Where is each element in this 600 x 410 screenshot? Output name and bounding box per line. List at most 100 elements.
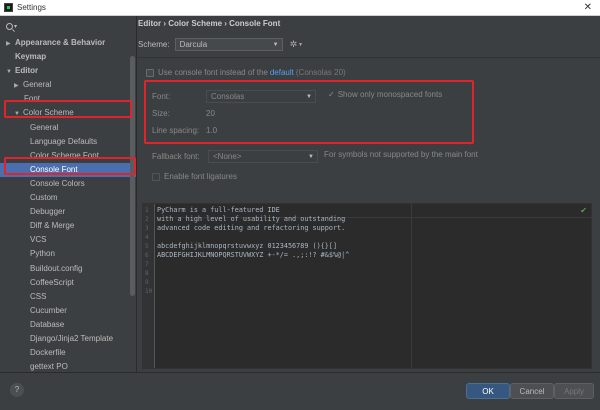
- mono-label: Show only monospaced fonts: [337, 90, 443, 99]
- line-number: 8: [145, 270, 149, 277]
- monospaced-checkbox[interactable]: ✓ Show only monospaced fonts: [328, 90, 442, 99]
- settings-content: Editor › Color Scheme › Console Font Sch…: [138, 16, 600, 372]
- help-button[interactable]: ?: [10, 383, 24, 397]
- line-spacing-row: Line spacing: 1.0: [152, 126, 217, 135]
- scheme-select[interactable]: Darcula ▼: [174, 38, 283, 51]
- settings-tree: ▶ Appearance & Behavior Keymap ▼ Editor ▶ Gene…: [0, 36, 136, 372]
- use-console-label: Use console font instead of the: [158, 68, 268, 77]
- font-label: Font:: [152, 92, 171, 101]
- line-number: 3: [145, 225, 149, 232]
- sidebar-item[interactable]: Custom: [0, 191, 136, 205]
- sidebar-item[interactable]: Python: [0, 247, 136, 261]
- sidebar-item[interactable]: Debugger: [0, 205, 136, 219]
- sidebar-item[interactable]: ▼ Editor: [0, 64, 136, 78]
- sidebar-scrollbar[interactable]: [130, 56, 135, 296]
- chevron-down-icon: ▾: [14, 23, 18, 30]
- sidebar-item[interactable]: Keymap: [0, 50, 136, 64]
- sidebar-item-label: Python: [30, 249, 55, 259]
- sidebar-item-label: Appearance & Behavior: [15, 38, 106, 47]
- checkbox[interactable]: [152, 172, 160, 181]
- ok-button[interactable]: OK: [466, 383, 510, 399]
- check-icon: ✓: [328, 90, 335, 99]
- sidebar-item[interactable]: Diff & Merge: [0, 219, 136, 233]
- preview-line: advanced code editing and refactoring su…: [157, 224, 346, 232]
- line-number: 6: [145, 252, 149, 259]
- font-preview-editor[interactable]: 1 2 3 4 5 6 7 8 9 10 PyCharm is a full-featured I…: [142, 203, 592, 369]
- sidebar-item-label: CoffeeScript: [30, 277, 74, 287]
- check-icon: ✔: [580, 206, 587, 215]
- preview-line: PyCharm is a full-featured IDE: [157, 206, 280, 214]
- settings-dialog: ▾ ▶ Appearance & Behavior Keymap ▼ Editor ▶ Ge…: [0, 16, 600, 410]
- sidebar-item[interactable]: Language Defaults: [0, 135, 136, 149]
- sidebar-item[interactable]: VCS: [0, 233, 136, 247]
- highlight-console-font: [4, 157, 136, 175]
- fallback-value: <None>: [213, 152, 242, 161]
- sidebar-item[interactable]: ▶ Appearance & Behavior: [0, 36, 136, 50]
- pycharm-icon: [4, 3, 13, 12]
- sidebar-item[interactable]: CoffeeScript: [0, 276, 136, 290]
- sidebar-item-label: Buildout.config: [30, 263, 83, 273]
- checkbox[interactable]: [146, 68, 154, 77]
- sidebar-item-label: Django/Jinja2 Template: [30, 333, 114, 343]
- sidebar-item[interactable]: Dockerfile: [0, 346, 136, 360]
- sidebar-item[interactable]: General: [0, 121, 136, 135]
- chevron-right-icon[interactable]: ▶: [14, 79, 23, 93]
- sidebar-item-label: Console Colors: [30, 178, 85, 188]
- divider: [138, 57, 600, 58]
- dialog-footer: ? OK Cancel Apply: [0, 372, 600, 410]
- sidebar-item[interactable]: gettext PO: [0, 360, 136, 372]
- sidebar-item-label: Diff & Merge: [30, 221, 75, 231]
- gear-icon[interactable]: ✲: [290, 39, 298, 50]
- sidebar-item-label: CSS: [30, 291, 47, 301]
- sidebar-item[interactable]: Buildout.config: [0, 262, 136, 276]
- sidebar-item-label: Editor: [15, 66, 39, 76]
- preview-line: ABCDEFGHIJKLMNOPQRSTUVWXYZ +-*/= .,;:!? …: [157, 251, 350, 259]
- line-number: 7: [145, 261, 149, 268]
- fallback-select[interactable]: <None> ▼: [208, 150, 318, 163]
- search-field[interactable]: ▾: [6, 20, 130, 32]
- sidebar-item-label: General: [23, 80, 52, 90]
- scheme-label: Scheme:: [138, 40, 170, 49]
- scheme-row: Scheme: Darcula ▼ ✲ ▼: [138, 38, 303, 51]
- size-label: Size:: [152, 109, 170, 118]
- size-row: Size: 20: [152, 109, 215, 118]
- size-input[interactable]: 20: [206, 109, 215, 118]
- chevron-right-icon[interactable]: ▶: [6, 37, 15, 51]
- line-spacing-label: Line spacing:: [152, 126, 200, 135]
- sidebar-item[interactable]: Database: [0, 318, 136, 332]
- close-icon[interactable]: ✕: [584, 2, 592, 13]
- apply-button[interactable]: Apply: [554, 383, 594, 399]
- sidebar-item[interactable]: Cucumber: [0, 304, 136, 318]
- line-number: 1: [145, 207, 149, 214]
- ligatures-checkbox[interactable]: Enable font ligatures: [152, 172, 237, 181]
- sidebar-item[interactable]: Django/Jinja2 Template: [0, 332, 136, 346]
- chevron-down-icon: ▼: [308, 153, 314, 160]
- sidebar-item-label: Custom: [30, 193, 58, 203]
- chevron-down-icon: ▼: [272, 41, 279, 48]
- breadcrumb: Editor › Color Scheme › Console Font: [138, 19, 281, 28]
- line-spacing-input[interactable]: 1.0: [206, 126, 217, 135]
- cancel-button[interactable]: Cancel: [510, 383, 554, 399]
- chevron-down-icon[interactable]: ▼: [6, 65, 15, 79]
- sidebar-item-label: Debugger: [30, 207, 66, 217]
- search-icon: [6, 22, 13, 30]
- right-margin-guide: [411, 204, 412, 368]
- use-console-font-checkbox[interactable]: Use console font instead of the default …: [146, 68, 346, 77]
- fallback-hint: For symbols not supported by the main fo…: [324, 150, 478, 159]
- sidebar-item[interactable]: ▶ General: [0, 78, 136, 92]
- preview-line: abcdefghijklmnopqrstuvwxyz 0123456789 ()…: [157, 242, 338, 250]
- sidebar-item-label: General: [30, 122, 59, 132]
- window-title: Settings: [17, 3, 46, 12]
- sidebar-item[interactable]: CSS: [0, 290, 136, 304]
- default-link[interactable]: default: [270, 68, 294, 77]
- fallback-label: Fallback font:: [152, 152, 200, 161]
- chevron-down-icon[interactable]: ▼: [298, 42, 303, 48]
- line-number: 9: [145, 279, 149, 286]
- chevron-down-icon: ▼: [306, 93, 312, 100]
- font-select[interactable]: Consolas ▼: [206, 90, 316, 103]
- title-bar: Settings ✕: [0, 0, 600, 16]
- font-row: Font: Consolas ▼: [152, 90, 316, 103]
- line-number: 5: [145, 243, 149, 250]
- scheme-value: Darcula: [179, 40, 208, 49]
- sidebar-item[interactable]: Console Colors: [0, 177, 136, 191]
